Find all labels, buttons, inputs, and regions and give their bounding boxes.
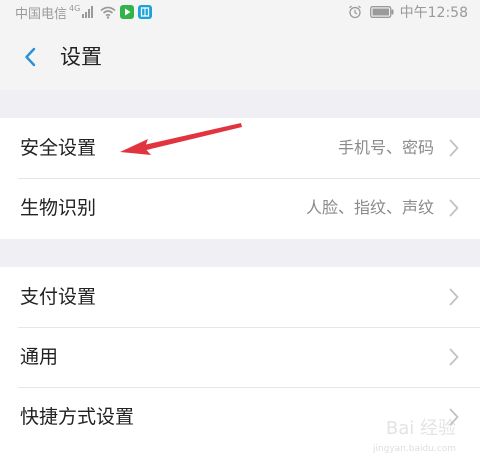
status-bar: 中国电信 4G 中午12:58 — [0, 0, 480, 24]
video-app-icon — [120, 5, 135, 19]
network-type: 4G — [69, 3, 81, 13]
row-label: 生物识别 — [20, 197, 97, 219]
watermark-subtext: jingyan.baidu.com — [372, 444, 456, 454]
status-right: 中午12:58 — [348, 3, 468, 21]
chevron-right-icon — [449, 199, 459, 217]
row-label: 支付设置 — [20, 286, 97, 308]
chevron-left-icon — [25, 47, 36, 67]
battery-icon — [369, 6, 394, 18]
header: 设置 — [0, 24, 480, 90]
row-label: 快捷方式设置 — [20, 406, 135, 428]
watermark-logo: Bai 经验 — [386, 414, 456, 440]
carrier-name: 中国电信 — [15, 6, 68, 22]
book-app-icon — [138, 5, 153, 19]
chevron-right-icon — [449, 348, 459, 366]
row-value: 人脸、指纹、声纹 — [305, 198, 434, 217]
status-clock: 中午12:58 — [399, 5, 468, 21]
alarm-icon — [348, 5, 361, 19]
page-title: 设置 — [60, 45, 102, 69]
settings-group-security: 安全设置 手机号、密码 生物识别 人脸、指纹、声纹 — [0, 118, 480, 239]
list-item-security-settings[interactable]: 安全设置 手机号、密码 — [0, 118, 480, 178]
row-value: 手机号、密码 — [337, 138, 434, 157]
list-item-payment-settings[interactable]: 支付设置 — [0, 267, 480, 327]
status-left: 中国电信 4G — [15, 3, 153, 22]
row-label: 通用 — [20, 346, 59, 368]
list-item-general[interactable]: 通用 — [0, 327, 480, 387]
wifi-icon — [100, 6, 116, 19]
chevron-right-icon — [449, 139, 459, 157]
signal-icon — [82, 6, 94, 18]
watermark-text: Bai 经验 — [385, 418, 456, 439]
chevron-right-icon — [449, 288, 459, 306]
back-button[interactable] — [18, 45, 42, 69]
row-label: 安全设置 — [20, 137, 97, 159]
list-item-biometrics[interactable]: 生物识别 人脸、指纹、声纹 — [0, 178, 480, 238]
